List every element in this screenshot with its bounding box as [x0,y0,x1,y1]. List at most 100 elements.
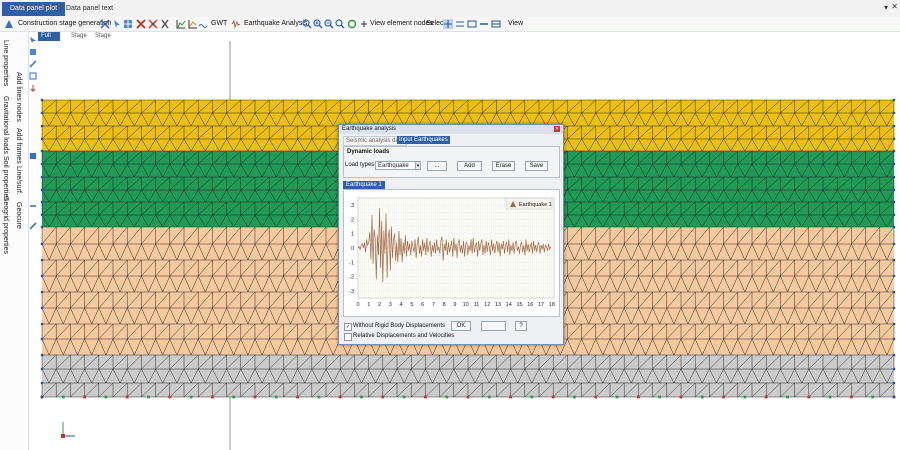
boundary-node[interactable] [40,381,44,385]
select-line-icon[interactable] [479,19,489,29]
boundary-node[interactable] [40,274,44,278]
boundary-node[interactable] [40,162,44,166]
support-node[interactable] [722,395,725,399]
support-node[interactable] [296,395,299,399]
support-node[interactable] [189,395,193,399]
boundary-node[interactable] [40,322,44,326]
close-icon[interactable]: ✕ [891,2,898,11]
support-node[interactable] [445,395,449,399]
tab-data-panel-text[interactable]: Data panel text [58,2,121,16]
chart2-icon[interactable] [188,19,198,29]
support-node[interactable] [530,395,534,399]
support-node[interactable] [594,395,598,399]
zoom-in-icon[interactable] [313,19,323,29]
support-node[interactable] [147,395,150,399]
boundary-node[interactable] [892,175,896,179]
boundary-node[interactable] [40,111,44,115]
support-node[interactable] [743,395,747,399]
support-node[interactable] [168,395,172,399]
boundary-node[interactable] [40,188,44,192]
support-node[interactable] [61,395,65,399]
select-horizontal-icon[interactable] [455,19,465,29]
support-node[interactable] [658,395,662,399]
select-box-icon[interactable] [467,19,477,29]
tab-stage-1[interactable]: Stage 1 [68,32,90,48]
earthquake-icon[interactable] [231,19,241,29]
boundary-node[interactable] [40,395,44,399]
boundary-node[interactable] [40,137,44,141]
select-poly-icon[interactable] [491,19,501,29]
support-node[interactable] [786,395,789,399]
line-surf-label[interactable]: Line/surf. [15,166,22,195]
boundary-node[interactable] [40,258,44,262]
tab-data-panel-plot[interactable]: Data panel plot [2,2,66,16]
water-table-icon[interactable] [198,19,208,29]
support-node[interactable] [466,395,470,399]
support-node[interactable] [381,395,385,399]
boundary-node[interactable] [892,290,896,294]
geogrid-icon[interactable] [29,202,37,210]
support-node[interactable] [573,395,576,399]
load-icon[interactable] [29,84,37,92]
boundary-node[interactable] [892,111,896,115]
support-node[interactable] [679,395,683,399]
support-node[interactable] [487,395,491,399]
without-rigid-body-checkbox[interactable]: ✓ [344,323,352,331]
boundary-node[interactable] [40,175,44,179]
help-button[interactable]: ? [515,321,527,331]
line-properties-label[interactable]: Line properties [2,40,9,86]
load-type-select[interactable]: Earthquake [375,161,417,170]
geogrid-properties-label[interactable]: Geogrid properties [2,196,9,254]
chart-icon[interactable] [176,19,186,29]
pointer-icon[interactable] [29,36,37,44]
line-icon[interactable] [29,60,37,68]
refresh-icon[interactable] [347,19,357,29]
boundary-node[interactable] [892,337,896,341]
support-node[interactable] [104,395,108,399]
support-node[interactable] [125,395,129,399]
save-button[interactable]: Save [525,161,548,171]
boundary-node[interactable] [892,242,896,246]
support-node[interactable] [211,395,214,399]
chevron-down-icon[interactable]: ▾ [884,3,888,12]
support-node[interactable] [274,395,278,399]
soil-icon[interactable] [29,152,37,160]
geocure-label[interactable]: Geocure [15,202,22,229]
support-node[interactable] [615,395,619,399]
boundary-node[interactable] [892,124,896,128]
tab-input-earthquakes[interactable]: Input Earthquakes [397,136,450,144]
delete-node-icon[interactable] [148,19,158,29]
boundary-node[interactable] [40,337,44,341]
boundary-node[interactable] [40,213,44,217]
boundary-node[interactable] [40,200,44,204]
grid-icon[interactable] [123,19,133,29]
pointer-icon[interactable] [112,19,122,29]
support-node[interactable] [551,395,555,399]
boundary-node[interactable] [892,395,896,399]
boundary-node[interactable] [40,124,44,128]
support-node[interactable] [509,395,512,399]
chevron-down-icon[interactable]: ▾ [415,161,421,170]
support-node[interactable] [700,395,704,399]
ellipsis-button[interactable]: ... [427,161,447,171]
boundary-node[interactable] [892,137,896,141]
frame-icon[interactable] [29,72,37,80]
add-frames-label[interactable]: Add frames [15,128,22,164]
tab-earthquake-1[interactable]: Earthquake 1 [343,181,385,189]
boundary-node[interactable] [40,367,44,371]
cancel-button[interactable] [481,321,506,331]
gwt-button[interactable]: GWT [211,18,227,30]
boundary-node[interactable] [892,353,896,357]
boundary-node[interactable] [40,225,44,229]
construction-stage-button[interactable]: Construction stage generation [18,18,111,30]
support-node[interactable] [850,395,853,399]
anchor-icon[interactable] [29,222,37,230]
boundary-node[interactable] [892,306,896,310]
boundary-node[interactable] [892,162,896,166]
support-node[interactable] [232,395,236,399]
boundary-node[interactable] [892,188,896,192]
relative-displacements-checkbox[interactable] [344,333,352,341]
support-node[interactable] [338,395,342,399]
view-button[interactable]: View [508,18,523,30]
boundary-node[interactable] [892,381,896,385]
